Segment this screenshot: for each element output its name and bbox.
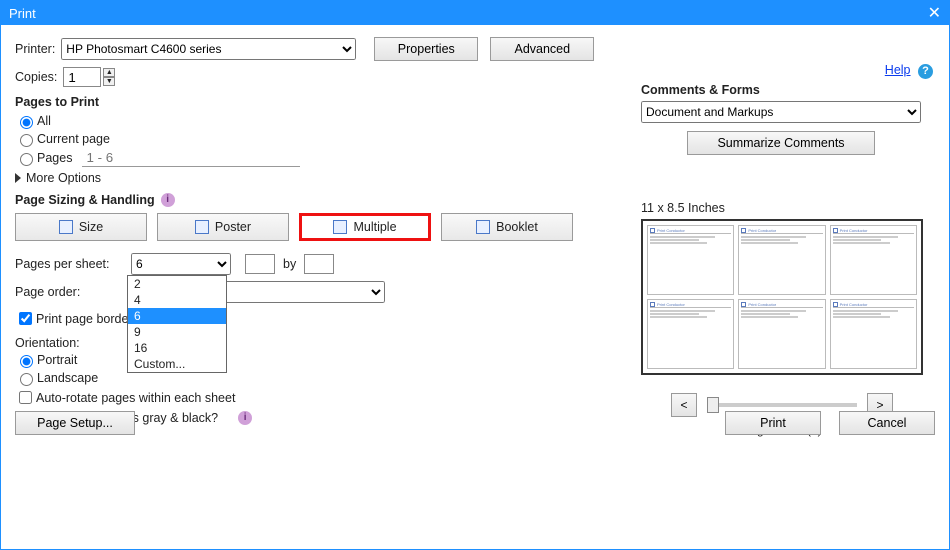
- pps-option[interactable]: Custom...: [128, 356, 226, 372]
- print-preview: Print Conductor Print Conductor Print Co…: [641, 219, 923, 375]
- pages-range-input[interactable]: [82, 149, 300, 167]
- copies-label: Copies:: [15, 70, 57, 84]
- tab-size-label: Size: [79, 220, 103, 234]
- sizing-title: Page Sizing & Handling: [15, 193, 155, 207]
- booklet-icon: [476, 220, 490, 234]
- triangle-right-icon: [15, 173, 21, 183]
- cancel-button[interactable]: Cancel: [839, 411, 935, 435]
- pps-select[interactable]: 6: [131, 253, 231, 275]
- preview-page: Print Conductor: [830, 299, 917, 369]
- page-order-label: Page order:: [15, 285, 125, 299]
- pps-option[interactable]: 9: [128, 324, 226, 340]
- radio-all[interactable]: [20, 116, 33, 129]
- preview-page: Print Conductor: [738, 225, 825, 295]
- tab-multiple-label: Multiple: [353, 220, 396, 234]
- page-slider[interactable]: [707, 403, 857, 407]
- pps-label: Pages per sheet:: [15, 257, 125, 271]
- preview-page: Print Conductor: [830, 225, 917, 295]
- landscape-label: Landscape: [37, 371, 98, 385]
- tab-size[interactable]: Size: [15, 213, 147, 241]
- print-button[interactable]: Print: [725, 411, 821, 435]
- pps-option-hi[interactable]: 6: [128, 308, 226, 324]
- close-icon[interactable]: ✕: [928, 3, 941, 23]
- copies-input[interactable]: [63, 67, 101, 87]
- multiple-icon: [333, 220, 347, 234]
- pps-rows-input[interactable]: [304, 254, 334, 274]
- radio-current[interactable]: [20, 134, 33, 147]
- radio-pages-label: Pages: [37, 151, 72, 165]
- summarize-button[interactable]: Summarize Comments: [687, 131, 875, 155]
- tab-booklet[interactable]: Booklet: [441, 213, 573, 241]
- preview-page: Print Conductor: [647, 225, 734, 295]
- print-border-label: Print page border: [36, 312, 133, 326]
- preview-page: Print Conductor: [647, 299, 734, 369]
- copies-up-icon[interactable]: ▲: [103, 68, 115, 77]
- tab-poster-label: Poster: [215, 220, 251, 234]
- tab-multiple[interactable]: Multiple: [299, 213, 431, 241]
- radio-landscape[interactable]: [20, 373, 33, 386]
- tab-poster[interactable]: Poster: [157, 213, 289, 241]
- radio-portrait[interactable]: [20, 355, 33, 368]
- copies-down-icon[interactable]: ▼: [103, 77, 115, 86]
- preview-dimensions: 11 x 8.5 Inches: [641, 201, 923, 215]
- tab-booklet-label: Booklet: [496, 220, 538, 234]
- info-icon[interactable]: i: [161, 193, 175, 207]
- autorotate-label: Auto-rotate pages within each sheet: [36, 391, 235, 405]
- preview-page: Print Conductor: [738, 299, 825, 369]
- portrait-label: Portrait: [37, 353, 77, 367]
- poster-icon: [195, 220, 209, 234]
- properties-button[interactable]: Properties: [374, 37, 478, 61]
- size-icon: [59, 220, 73, 234]
- page-setup-button[interactable]: Page Setup...: [15, 411, 135, 435]
- comments-title: Comments & Forms: [641, 83, 923, 97]
- printer-label: Printer:: [15, 42, 55, 56]
- pps-by-label: by: [283, 257, 296, 271]
- print-border-check[interactable]: [19, 312, 32, 325]
- advanced-button[interactable]: Advanced: [490, 37, 594, 61]
- window-title: Print: [9, 6, 36, 21]
- radio-current-label: Current page: [37, 132, 110, 146]
- pps-option[interactable]: 2: [128, 276, 226, 292]
- more-options-label: More Options: [26, 171, 101, 185]
- radio-all-label: All: [37, 114, 51, 128]
- pps-dropdown[interactable]: 2 4 6 9 16 Custom...: [127, 275, 227, 373]
- pps-option[interactable]: 4: [128, 292, 226, 308]
- pps-cols-input[interactable]: [245, 254, 275, 274]
- printer-select[interactable]: HP Photosmart C4600 series: [61, 38, 356, 60]
- pps-option[interactable]: 16: [128, 340, 226, 356]
- comments-select[interactable]: Document and Markups: [641, 101, 921, 123]
- autorotate-check[interactable]: [19, 391, 32, 404]
- radio-pages[interactable]: [20, 153, 33, 166]
